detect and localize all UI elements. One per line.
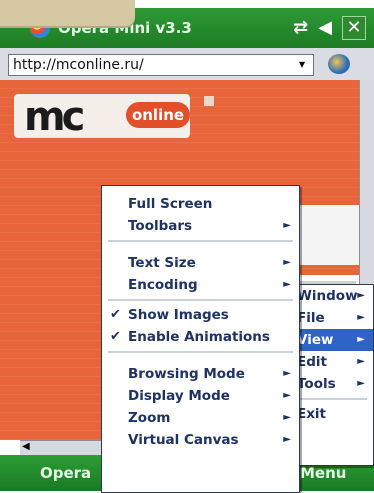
menu-separator: [108, 240, 293, 242]
menu-item-enable-animations[interactable]: ✔ Enable Animations: [102, 326, 299, 348]
submenu-arrow-icon: ►: [283, 257, 291, 268]
parent-menu: Window ► File ► View ► Edit ► Tools ► Ex…: [290, 284, 374, 466]
globe-go-icon[interactable]: [328, 54, 350, 74]
logo-mc-text: mc: [24, 94, 85, 140]
page-square-decoration: [204, 96, 214, 106]
url-dropdown-icon[interactable]: ▾: [294, 55, 310, 73]
close-icon[interactable]: ✕: [342, 16, 366, 40]
menu-item-file[interactable]: File ►: [291, 307, 373, 329]
menu-item-text-size[interactable]: Text Size ►: [102, 252, 299, 274]
device-bezel: [0, 0, 135, 26]
menu-item-virtual-canvas[interactable]: Virtual Canvas ►: [102, 429, 299, 451]
menu-separator: [297, 398, 367, 400]
checkmark-icon: ✔: [110, 307, 121, 322]
menu-item-show-images[interactable]: ✔ Show Images: [102, 304, 299, 326]
menu-item-full-screen[interactable]: Full Screen: [102, 193, 299, 215]
submenu-arrow-icon: ►: [357, 334, 365, 345]
submenu-arrow-icon: ►: [283, 368, 291, 379]
submenu-arrow-icon: ►: [357, 290, 365, 301]
menu-item-window[interactable]: Window ►: [291, 285, 373, 307]
menu-separator: [108, 351, 293, 353]
submenu-arrow-icon: ►: [357, 378, 365, 389]
menu-separator: [108, 299, 293, 301]
url-input[interactable]: http://mconline.ru/: [8, 54, 314, 76]
status-icons: ⇄ ◀ ✕: [293, 16, 366, 40]
submenu-arrow-icon: ►: [357, 356, 365, 367]
menu-item-browsing-mode[interactable]: Browsing Mode ►: [102, 363, 299, 385]
address-bar: http://mconline.ru/ ▾: [0, 48, 374, 81]
menu-item-display-mode[interactable]: Display Mode ►: [102, 385, 299, 407]
submenu-arrow-icon: ►: [357, 312, 365, 323]
site-logo[interactable]: mc online: [14, 94, 190, 140]
menu-item-encoding[interactable]: Encoding ►: [102, 274, 299, 296]
submenu-arrow-icon: ►: [283, 434, 291, 445]
volume-icon[interactable]: ◀: [318, 17, 332, 39]
scroll-left-arrow-icon[interactable]: ◀: [22, 442, 34, 452]
view-submenu: Full Screen Toolbars ► Text Size ► Encod…: [101, 185, 300, 493]
submenu-arrow-icon: ►: [283, 412, 291, 423]
softkey-left[interactable]: Opera: [40, 464, 91, 482]
connectivity-icon[interactable]: ⇄: [293, 17, 308, 39]
submenu-arrow-icon: ►: [283, 390, 291, 401]
menu-item-exit[interactable]: Exit: [291, 403, 373, 425]
menu-item-tools[interactable]: Tools ►: [291, 373, 373, 395]
menu-item-zoom[interactable]: Zoom ►: [102, 407, 299, 429]
checkmark-icon: ✔: [110, 329, 121, 344]
menu-item-edit[interactable]: Edit ►: [291, 351, 373, 373]
logo-online-badge: online: [126, 102, 190, 128]
softkey-right[interactable]: Menu: [300, 464, 346, 482]
submenu-arrow-icon: ►: [283, 279, 291, 290]
submenu-arrow-icon: ►: [283, 220, 291, 231]
page-side-block: [300, 205, 360, 265]
menu-item-view[interactable]: View ►: [291, 329, 373, 351]
menu-item-toolbars[interactable]: Toolbars ►: [102, 215, 299, 237]
